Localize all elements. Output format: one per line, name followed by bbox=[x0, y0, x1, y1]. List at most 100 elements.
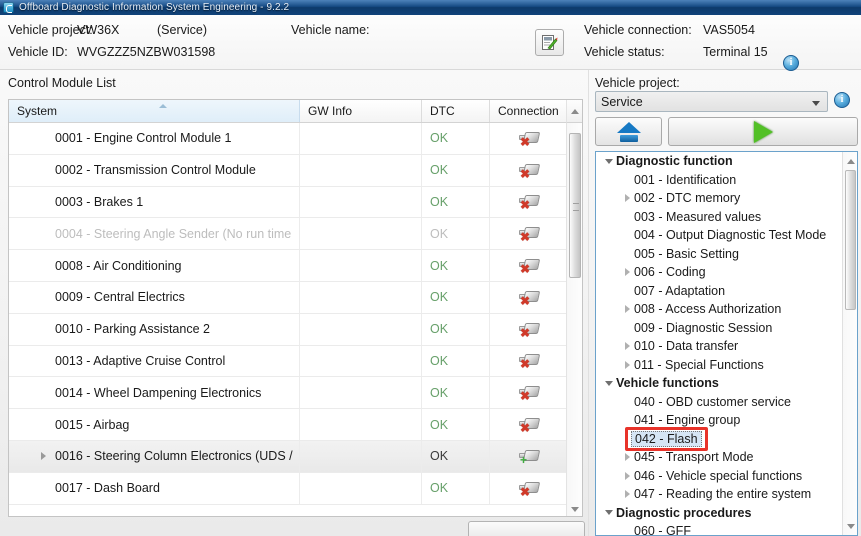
chevron-right-icon[interactable] bbox=[620, 268, 634, 276]
vehicle-id-value: WVGZZZ5NZBW031598 bbox=[77, 45, 216, 59]
chevron-right-icon[interactable] bbox=[620, 490, 634, 498]
chevron-right-icon[interactable] bbox=[620, 472, 634, 480]
vehicle-project-info-icon[interactable]: i bbox=[834, 92, 850, 108]
table-row[interactable]: 0003 - Brakes 1 OK ✖ bbox=[9, 186, 582, 219]
table-row[interactable]: 0015 - Airbag OK ✖ bbox=[9, 409, 582, 441]
column-header-gw-info-label: GW Info bbox=[308, 104, 353, 118]
chevron-right-icon[interactable] bbox=[620, 361, 634, 369]
tree-item[interactable]: 001 - Identification bbox=[596, 171, 843, 190]
cell-connection: ✖ bbox=[490, 282, 566, 313]
tree-item[interactable]: 004 - Output Diagnostic Test Mode bbox=[596, 226, 843, 245]
table-row[interactable]: 0008 - Air Conditioning OK ✖ bbox=[9, 250, 582, 282]
tree-item[interactable]: 007 - Adaptation bbox=[596, 282, 843, 301]
expand-arrow-icon[interactable] bbox=[41, 452, 53, 460]
chevron-right-icon[interactable] bbox=[620, 305, 634, 313]
tree-item-label: 008 - Access Authorization bbox=[634, 302, 782, 317]
cell-gw-info bbox=[300, 377, 422, 409]
cell-connection: + bbox=[490, 441, 566, 472]
grid-vertical-scrollbar[interactable] bbox=[566, 123, 582, 516]
tree-vertical-scrollbar[interactable] bbox=[842, 152, 857, 535]
chevron-right-icon[interactable] bbox=[620, 194, 634, 202]
table-row[interactable]: 0013 - Adaptive Cruise Control OK ✖ bbox=[9, 345, 582, 378]
connector-disconnected-icon: ✖ bbox=[517, 417, 541, 434]
cell-system-label: 0003 - Brakes 1 bbox=[55, 194, 144, 209]
cell-connection: ✖ bbox=[490, 409, 566, 440]
cell-system: 0009 - Central Electrics bbox=[9, 281, 300, 313]
vehicle-id-label: Vehicle ID: bbox=[8, 45, 68, 59]
vehicle-connection-label: Vehicle connection: bbox=[584, 23, 692, 37]
vehicle-report-button[interactable] bbox=[535, 29, 564, 56]
column-header-system[interactable]: System bbox=[9, 100, 300, 122]
tree-item[interactable]: 045 - Transport Mode bbox=[596, 448, 843, 467]
grid-scrollbar-thumb[interactable] bbox=[569, 133, 581, 278]
table-row[interactable]: 0002 - Transmission Control Module OK ✖ bbox=[9, 154, 582, 187]
eject-button[interactable] bbox=[595, 117, 662, 146]
tree-item[interactable]: 042 - Flash bbox=[596, 430, 843, 449]
tree-scroll-up-button[interactable] bbox=[843, 154, 857, 168]
tree-item[interactable]: 047 - Reading the entire system bbox=[596, 485, 843, 504]
scrollbar-up-cap[interactable] bbox=[566, 100, 582, 123]
tree-group[interactable]: Diagnostic procedures bbox=[596, 504, 843, 523]
grid-body: 0001 - Engine Control Module 1 OK ✖ 0002 - … bbox=[9, 123, 582, 516]
tree-item[interactable]: 040 - OBD customer service bbox=[596, 393, 843, 412]
tree-item-label: 041 - Engine group bbox=[634, 413, 741, 428]
cell-system-label: 0008 - Air Conditioning bbox=[55, 258, 182, 273]
tree-scrollbar-thumb[interactable] bbox=[845, 170, 856, 310]
table-row[interactable]: 0010 - Parking Assistance 2 OK ✖ bbox=[9, 313, 582, 346]
vehicle-status-info-icon[interactable]: i bbox=[783, 55, 799, 71]
table-row[interactable]: 0014 - Wheel Dampening Electronics OK ✖ bbox=[9, 377, 582, 410]
tree-item[interactable]: 011 - Special Functions bbox=[596, 356, 843, 375]
scroll-up-icon bbox=[846, 158, 855, 164]
cell-gw-info bbox=[300, 123, 422, 154]
tree-item[interactable]: 002 - DTC memory bbox=[596, 189, 843, 208]
tree-item[interactable]: 005 - Basic Setting bbox=[596, 245, 843, 264]
column-header-connection-label: Connection bbox=[498, 104, 559, 118]
vehicle-project-select[interactable]: Service bbox=[595, 91, 828, 112]
chevron-right-icon[interactable] bbox=[620, 342, 634, 350]
grid-action-button[interactable] bbox=[468, 521, 585, 536]
column-header-gw-info[interactable]: GW Info bbox=[300, 100, 422, 122]
chevron-right-icon[interactable] bbox=[620, 453, 634, 461]
cell-dtc: OK bbox=[422, 345, 490, 377]
tree-items-container: Diagnostic function 001 - Identification 0… bbox=[596, 152, 843, 535]
table-row[interactable]: 0001 - Engine Control Module 1 OK ✖ bbox=[9, 123, 582, 155]
chevron-down-icon[interactable] bbox=[602, 381, 616, 386]
tree-item[interactable]: 041 - Engine group bbox=[596, 411, 843, 430]
chevron-down-icon bbox=[812, 101, 820, 106]
tree-item-label: 042 - Flash bbox=[631, 430, 702, 447]
cell-dtc: OK bbox=[422, 281, 490, 313]
vehicle-info-header: Vehicle project: VW36X (Service) Vehicle… bbox=[0, 15, 861, 71]
tree-item[interactable]: 006 - Coding bbox=[596, 263, 843, 282]
tree-item[interactable]: 010 - Data transfer bbox=[596, 337, 843, 356]
chevron-down-icon[interactable] bbox=[602, 510, 616, 515]
cell-dtc: OK bbox=[422, 472, 490, 504]
table-row[interactable]: 0017 - Dash Board OK ✖ bbox=[9, 472, 582, 505]
tree-scroll-down-button[interactable] bbox=[843, 519, 857, 533]
application-window: Offboard Diagnostic Information System E… bbox=[0, 0, 861, 536]
tree-item-label: Diagnostic procedures bbox=[616, 505, 752, 520]
run-function-button[interactable] bbox=[668, 117, 858, 146]
table-row[interactable]: 0016 - Steering Column Electronics (UDS … bbox=[9, 440, 582, 473]
tree-item[interactable]: 060 - GFF bbox=[596, 522, 843, 535]
cell-system: 0002 - Transmission Control Module bbox=[9, 154, 300, 186]
vehicle-status-value: Terminal 15 bbox=[703, 45, 768, 59]
tree-item[interactable]: 046 - Vehicle special functions bbox=[596, 467, 843, 486]
column-header-dtc[interactable]: DTC bbox=[422, 100, 490, 122]
tree-item[interactable]: 003 - Measured values bbox=[596, 208, 843, 227]
grid-scroll-down-button[interactable] bbox=[567, 502, 582, 516]
tree-item[interactable]: 009 - Diagnostic Session bbox=[596, 319, 843, 338]
tree-group[interactable]: Vehicle functions bbox=[596, 374, 843, 393]
cell-gw-info bbox=[300, 186, 422, 218]
connector-disconnected-icon: ✖ bbox=[517, 290, 541, 307]
tree-item[interactable]: 008 - Access Authorization bbox=[596, 300, 843, 319]
cell-dtc: OK bbox=[422, 440, 490, 472]
tree-group[interactable]: Diagnostic function bbox=[596, 152, 843, 171]
column-header-connection[interactable]: Connection bbox=[490, 100, 566, 122]
vehicle-name-label: Vehicle name: bbox=[291, 23, 370, 37]
cell-connection: ✖ bbox=[490, 314, 566, 345]
play-icon bbox=[753, 120, 773, 143]
table-row[interactable]: 0009 - Central Electrics OK ✖ bbox=[9, 281, 582, 314]
cell-system-label: 0017 - Dash Board bbox=[55, 481, 160, 496]
table-row[interactable]: 0004 - Steering Angle Sender (No run tim… bbox=[9, 218, 582, 251]
chevron-down-icon[interactable] bbox=[602, 159, 616, 164]
